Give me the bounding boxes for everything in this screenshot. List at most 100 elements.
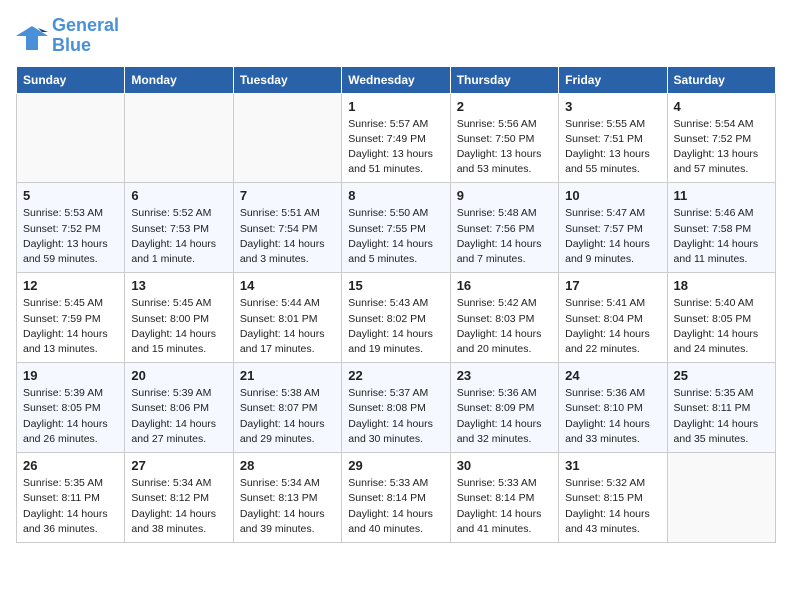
calendar-cell: 12Sunrise: 5:45 AM Sunset: 7:59 PM Dayli… [17,273,125,363]
calendar-cell [17,93,125,183]
day-number: 6 [131,188,226,203]
day-number: 4 [674,99,769,114]
calendar-cell: 26 Sunrise: 5:35 AM Sunset: 8:11 PM Dayli… [17,453,125,543]
day-info: Sunrise: 5:46 AM Sunset: 7:58 PM Dayligh… [674,206,769,267]
logo-text-line1: General [52,16,119,36]
calendar-cell: 30Sunrise: 5:33 AM Sunset: 8:14 PM Dayli… [450,453,558,543]
calendar-cell: 21Sunrise: 5:38 AM Sunset: 8:07 PM Dayli… [233,363,341,453]
day-info: Sunrise: 5:32 AM Sunset: 8:15 PM Dayligh… [565,476,660,537]
calendar-cell: 10 Sunrise: 5:47 AM Sunset: 7:57 PM Dayli… [559,183,667,273]
day-info: Sunrise: 5:33 AM Sunset: 8:14 PM Dayligh… [348,476,443,537]
day-info: Sunrise: 5:35 AM Sunset: 8:11 PM Dayligh… [674,386,769,447]
logo-icon [16,22,48,50]
calendar-cell: 25 Sunrise: 5:35 AM Sunset: 8:11 PM Dayli… [667,363,775,453]
calendar-cell [667,453,775,543]
day-number: 29 [348,458,443,473]
calendar-cell: 23 Sunrise: 5:36 AM Sunset: 8:09 PM Dayli… [450,363,558,453]
logo: General Blue [16,16,119,56]
calendar-cell: 20 Sunrise: 5:39 AM Sunset: 8:06 PM Dayli… [125,363,233,453]
day-number: 31 [565,458,660,473]
day-info: Sunrise: 5:55 AM Sunset: 7:51 PM Dayligh… [565,117,660,178]
day-info: Sunrise: 5:41 AM Sunset: 8:04 PM Dayligh… [565,296,660,357]
day-info: Sunrise: 5:42 AM Sunset: 8:03 PM Dayligh… [457,296,552,357]
day-info: Sunrise: 5:54 AM Sunset: 7:52 PM Dayligh… [674,117,769,178]
day-number: 10 [565,188,660,203]
day-info: Sunrise: 5:43 AM Sunset: 8:02 PM Dayligh… [348,296,443,357]
day-number: 14 [240,278,335,293]
calendar-cell: 15 Sunrise: 5:43 AM Sunset: 8:02 PM Dayli… [342,273,450,363]
day-info: Sunrise: 5:39 AM Sunset: 8:05 PM Dayligh… [23,386,118,447]
calendar-cell: 1 Sunrise: 5:57 AM Sunset: 7:49 PM Daylig… [342,93,450,183]
calendar-cell: 19Sunrise: 5:39 AM Sunset: 8:05 PM Dayli… [17,363,125,453]
day-number: 17 [565,278,660,293]
day-number: 5 [23,188,118,203]
day-info: Sunrise: 5:36 AM Sunset: 8:09 PM Dayligh… [457,386,552,447]
calendar-table: SundayMondayTuesdayWednesdayThursdayFrid… [16,66,776,543]
header-wednesday: Wednesday [342,66,450,93]
day-info: Sunrise: 5:47 AM Sunset: 7:57 PM Dayligh… [565,206,660,267]
calendar-cell: 8 Sunrise: 5:50 AM Sunset: 7:55 PM Daylig… [342,183,450,273]
calendar-cell: 7 Sunrise: 5:51 AM Sunset: 7:54 PM Daylig… [233,183,341,273]
header-sunday: Sunday [17,66,125,93]
day-number: 9 [457,188,552,203]
day-info: Sunrise: 5:51 AM Sunset: 7:54 PM Dayligh… [240,206,335,267]
calendar-cell: 22Sunrise: 5:37 AM Sunset: 8:08 PM Dayli… [342,363,450,453]
logo-text-line2: Blue [52,36,119,56]
day-info: Sunrise: 5:50 AM Sunset: 7:55 PM Dayligh… [348,206,443,267]
day-number: 24 [565,368,660,383]
header-friday: Friday [559,66,667,93]
day-number: 18 [674,278,769,293]
day-number: 23 [457,368,552,383]
week-row-2: 12Sunrise: 5:45 AM Sunset: 7:59 PM Dayli… [17,273,776,363]
day-number: 27 [131,458,226,473]
calendar-cell: 14 Sunrise: 5:44 AM Sunset: 8:01 PM Dayli… [233,273,341,363]
calendar-cell: 6Sunrise: 5:52 AM Sunset: 7:53 PM Daylig… [125,183,233,273]
day-number: 12 [23,278,118,293]
day-number: 26 [23,458,118,473]
header-tuesday: Tuesday [233,66,341,93]
calendar-cell: 24 Sunrise: 5:36 AM Sunset: 8:10 PM Dayli… [559,363,667,453]
day-info: Sunrise: 5:36 AM Sunset: 8:10 PM Dayligh… [565,386,660,447]
day-info: Sunrise: 5:44 AM Sunset: 8:01 PM Dayligh… [240,296,335,357]
calendar-cell: 18 Sunrise: 5:40 AM Sunset: 8:05 PM Dayli… [667,273,775,363]
calendar-cell: 31 Sunrise: 5:32 AM Sunset: 8:15 PM Dayli… [559,453,667,543]
calendar-cell: 16 Sunrise: 5:42 AM Sunset: 8:03 PM Dayli… [450,273,558,363]
calendar-cell [125,93,233,183]
day-number: 16 [457,278,552,293]
calendar-cell: 28Sunrise: 5:34 AM Sunset: 8:13 PM Dayli… [233,453,341,543]
day-info: Sunrise: 5:38 AM Sunset: 8:07 PM Dayligh… [240,386,335,447]
day-number: 15 [348,278,443,293]
day-number: 11 [674,188,769,203]
day-info: Sunrise: 5:39 AM Sunset: 8:06 PM Dayligh… [131,386,226,447]
day-number: 2 [457,99,552,114]
calendar-cell: 3 Sunrise: 5:55 AM Sunset: 7:51 PM Daylig… [559,93,667,183]
day-number: 28 [240,458,335,473]
day-info: Sunrise: 5:56 AM Sunset: 7:50 PM Dayligh… [457,117,552,178]
week-row-4: 26 Sunrise: 5:35 AM Sunset: 8:11 PM Dayli… [17,453,776,543]
day-info: Sunrise: 5:34 AM Sunset: 8:12 PM Dayligh… [131,476,226,537]
day-info: Sunrise: 5:35 AM Sunset: 8:11 PM Dayligh… [23,476,118,537]
week-row-0: 1 Sunrise: 5:57 AM Sunset: 7:49 PM Daylig… [17,93,776,183]
day-number: 25 [674,368,769,383]
day-number: 13 [131,278,226,293]
calendar-body: 1 Sunrise: 5:57 AM Sunset: 7:49 PM Daylig… [17,93,776,542]
day-number: 7 [240,188,335,203]
calendar-cell: 2 Sunrise: 5:56 AM Sunset: 7:50 PM Daylig… [450,93,558,183]
day-info: Sunrise: 5:45 AM Sunset: 8:00 PM Dayligh… [131,296,226,357]
day-info: Sunrise: 5:53 AM Sunset: 7:52 PM Dayligh… [23,206,118,267]
day-number: 1 [348,99,443,114]
day-number: 3 [565,99,660,114]
calendar-cell: 9Sunrise: 5:48 AM Sunset: 7:56 PM Daylig… [450,183,558,273]
week-row-1: 5 Sunrise: 5:53 AM Sunset: 7:52 PM Daylig… [17,183,776,273]
day-info: Sunrise: 5:40 AM Sunset: 8:05 PM Dayligh… [674,296,769,357]
calendar-cell: 17 Sunrise: 5:41 AM Sunset: 8:04 PM Dayli… [559,273,667,363]
header-thursday: Thursday [450,66,558,93]
day-number: 8 [348,188,443,203]
day-number: 20 [131,368,226,383]
day-info: Sunrise: 5:57 AM Sunset: 7:49 PM Dayligh… [348,117,443,178]
header-monday: Monday [125,66,233,93]
calendar-cell: 5 Sunrise: 5:53 AM Sunset: 7:52 PM Daylig… [17,183,125,273]
calendar-cell: 27 Sunrise: 5:34 AM Sunset: 8:12 PM Dayli… [125,453,233,543]
header-saturday: Saturday [667,66,775,93]
calendar-header: SundayMondayTuesdayWednesdayThursdayFrid… [17,66,776,93]
